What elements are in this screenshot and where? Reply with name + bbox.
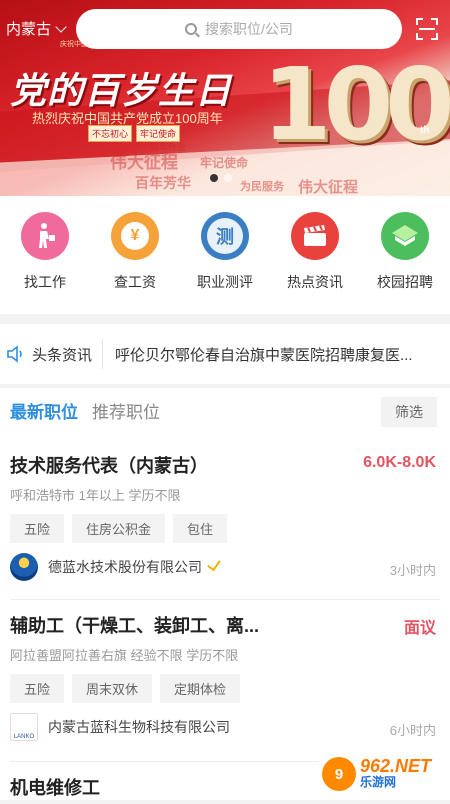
banner-tag: 不忘初心 xyxy=(88,125,133,142)
menu-find-job[interactable]: 找工作 xyxy=(5,212,85,314)
search-icon xyxy=(185,23,198,35)
carousel-dots[interactable] xyxy=(210,174,232,182)
job-salary: 面议 xyxy=(403,620,436,637)
banner-deco-text: 百年芳华 xyxy=(135,175,191,191)
job-tabs: 最新职位 推荐职位 xyxy=(10,398,160,423)
headline-news-bar[interactable]: 头条资讯 呼伦贝尔鄂伦春自治旗中蒙医院招聘康复医... xyxy=(0,324,450,384)
banner-title: 党的百岁生日 xyxy=(10,70,233,112)
menu-career-test[interactable]: 测 职业测评 xyxy=(185,212,265,314)
tab-recommended-jobs[interactable]: 推荐职位 xyxy=(92,398,160,423)
divider xyxy=(102,339,104,369)
menu-label: 找工作 xyxy=(24,274,66,290)
divider xyxy=(10,599,440,600)
job-tag: 五险 xyxy=(10,674,65,703)
region-selector[interactable]: 内蒙古 xyxy=(6,18,67,39)
watermark-text: 962.NET xyxy=(360,756,432,776)
search-bar[interactable]: 搜索职位/公司 xyxy=(76,9,402,49)
headline-text[interactable]: 呼伦贝尔鄂伦春自治旗中蒙医院招聘康复医... xyxy=(115,344,450,365)
banner-deco-text: 伟大征程 xyxy=(298,179,359,196)
clapperboard-icon xyxy=(291,212,339,260)
job-salary: 6.0K-8.0K xyxy=(363,454,436,471)
job-tag: 五险 xyxy=(10,514,65,543)
watermark-subtext: 乐游网 xyxy=(360,775,397,789)
job-title: 技术服务代表（内蒙古） xyxy=(10,456,208,476)
job-time: 6小时内 xyxy=(389,723,436,738)
menu-label: 查工资 xyxy=(114,274,156,290)
job-tags: 五险 住房公积金 包住 xyxy=(10,514,228,543)
menu-hot-news[interactable]: 热点资讯 xyxy=(275,212,355,314)
quick-menu: 找工作 ¥ 查工资 测 职业测评 热点资讯 校园招聘 xyxy=(0,196,450,314)
menu-campus-recruit[interactable]: 校园招聘 xyxy=(365,212,445,314)
banner-deco-text: 为民服务 xyxy=(240,181,284,193)
filter-button[interactable]: 筛选 xyxy=(381,397,437,427)
job-title: 机电维修工 xyxy=(10,778,100,798)
job-meta: 阿拉善盟阿拉善右旗 经验不限 学历不限 xyxy=(10,648,239,663)
company-logo: LANKO xyxy=(10,713,38,741)
company-row[interactable]: LANKO 内蒙古蓝科生物科技有限公司 xyxy=(10,713,230,741)
job-card[interactable]: 技术服务代表（内蒙古） 6.0K-8.0K 呼和浩特市 1年以上 学历不限 五险… xyxy=(0,452,450,602)
company-name: 内蒙古蓝科生物科技有限公司 xyxy=(48,719,230,735)
chevron-down-icon xyxy=(55,20,67,33)
job-list-section: 最新职位 推荐职位 筛选 技术服务代表（内蒙古） 6.0K-8.0K 呼和浩特市… xyxy=(0,388,450,800)
watermark-logo-icon: 9 xyxy=(322,757,356,791)
person-walking-icon xyxy=(21,212,69,260)
verified-icon xyxy=(207,556,221,572)
job-tag: 住房公积金 xyxy=(72,514,166,543)
carousel-dot[interactable] xyxy=(210,174,218,182)
job-tags: 五险 周末双休 定期体检 xyxy=(10,674,241,703)
banner-tags: 不忘初心 牢记使命 xyxy=(88,125,181,142)
watermark: 9 962.NET 乐游网 xyxy=(318,752,446,796)
job-title: 辅助工（干燥工、装卸工、离... xyxy=(10,616,260,636)
banner-tag: 牢记使命 xyxy=(136,125,181,142)
carousel-dot[interactable] xyxy=(224,174,232,182)
scan-icon[interactable] xyxy=(416,18,438,40)
job-tag: 定期体检 xyxy=(160,674,241,703)
region-label: 内蒙古 xyxy=(6,21,52,38)
job-card[interactable]: 辅助工（干燥工、装卸工、离... 面议 阿拉善盟阿拉善右旗 经验不限 学历不限 … xyxy=(0,612,450,762)
menu-label: 职业测评 xyxy=(197,274,253,290)
headline-label: 头条资讯 xyxy=(32,346,93,364)
banner-th: th xyxy=(420,125,430,136)
assessment-icon: 测 xyxy=(201,212,249,260)
banner-deco-text: 牢记使命 xyxy=(200,156,249,170)
banner-100-graphic: 100 xyxy=(262,46,450,163)
company-row[interactable]: 德蓝水技术股份有限公司 xyxy=(10,553,221,581)
search-placeholder: 搜索职位/公司 xyxy=(205,21,293,37)
company-name: 德蓝水技术股份有限公司 xyxy=(48,559,202,575)
job-tag: 包住 xyxy=(173,514,228,543)
menu-label: 热点资讯 xyxy=(287,274,343,290)
menu-label: 校园招聘 xyxy=(377,274,433,290)
tab-latest-jobs[interactable]: 最新职位 xyxy=(10,398,78,423)
campus-icon xyxy=(381,212,429,260)
job-time: 3小时内 xyxy=(389,563,436,578)
menu-check-salary[interactable]: ¥ 查工资 xyxy=(95,212,175,314)
job-meta: 呼和浩特市 1年以上 学历不限 xyxy=(10,488,181,503)
yen-search-icon: ¥ xyxy=(111,212,159,260)
job-tag: 周末双休 xyxy=(72,674,153,703)
speaker-icon xyxy=(6,344,26,364)
company-logo xyxy=(10,553,38,581)
